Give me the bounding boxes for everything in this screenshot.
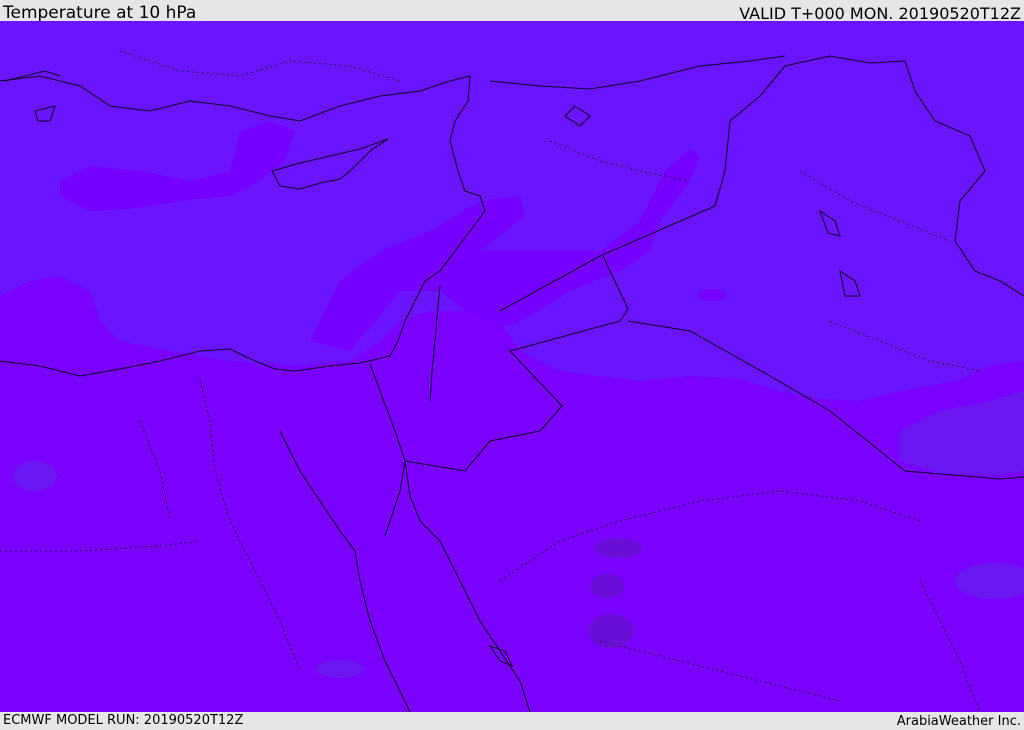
cold-patch-2 <box>590 574 624 598</box>
map-title: Temperature at 10 hPa <box>3 3 197 23</box>
cool-blob-2 <box>316 660 364 678</box>
header-bar: Temperature at 10 hPa VALID T+000 MON. 2… <box>0 0 1024 23</box>
cool-blob-1 <box>13 461 57 491</box>
footer-bar: ECMWF MODEL RUN: 20190520T12Z ArabiaWeat… <box>0 712 1024 729</box>
cold-patch-3 <box>588 614 634 648</box>
temperature-map[interactable] <box>0 21 1024 712</box>
model-run: ECMWF MODEL RUN: 20190520T12Z <box>3 713 244 728</box>
map-canvas <box>0 21 1024 712</box>
cold-patch-1 <box>594 538 642 558</box>
credit: ArabiaWeather Inc. <box>896 714 1021 729</box>
cool-blob-4 <box>698 289 726 301</box>
